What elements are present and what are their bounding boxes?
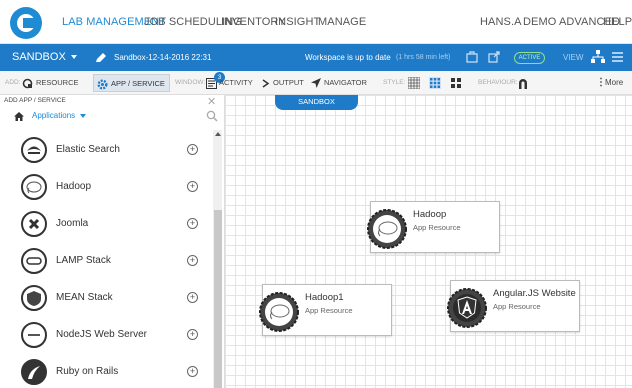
resource-subtitle: App Resource — [305, 306, 353, 315]
sandbox-dropdown[interactable]: SANDBOX — [12, 44, 77, 71]
chevron-down-icon — [70, 55, 77, 60]
nav-insight[interactable]: INSIGHT — [275, 16, 320, 28]
resource-subtitle: App Resource — [493, 302, 541, 311]
sandbox-name[interactable]: Sandbox-12-14-2016 22:31 — [114, 44, 211, 71]
style-label: STYLE: — [383, 79, 406, 86]
user-menu[interactable]: HANS.A — [480, 16, 522, 28]
list-item-label: MEAN Stack — [56, 292, 113, 303]
close-icon[interactable]: ✕ — [207, 95, 216, 108]
hadoop-elephant-icon — [367, 209, 407, 249]
joomla-icon — [21, 211, 47, 237]
list-item-label: NodeJS Web Server — [56, 329, 147, 340]
applications-filter-dropdown[interactable]: Applications — [32, 111, 87, 120]
home-icon[interactable] — [14, 112, 24, 121]
scrollbar-thumb[interactable] — [214, 210, 222, 388]
applications-filter-label: Applications — [32, 111, 76, 120]
list-item[interactable]: NodeJS Web Server + — [0, 319, 213, 356]
add-label: ADD: — [5, 79, 21, 86]
workspace-status: Workspace is up to date — [305, 53, 391, 62]
style-large-grid-icon[interactable] — [450, 77, 462, 89]
list-item-label: Ruby on Rails — [56, 366, 119, 377]
list-item[interactable]: Ruby on Rails + — [0, 356, 213, 388]
add-app-service-label: APP / SERVICE — [111, 79, 165, 88]
list-item[interactable]: Joomla + — [0, 208, 213, 245]
lamp-icon — [21, 248, 47, 274]
add-plus-icon[interactable]: + — [187, 292, 198, 303]
elastic-search-icon — [21, 137, 47, 163]
behaviour-label: BEHAVIOUR: — [478, 79, 518, 86]
list-item[interactable]: MEAN Stack + — [0, 282, 213, 319]
style-fine-grid-icon[interactable] — [408, 77, 420, 89]
output-button[interactable]: OUTPUT — [273, 71, 304, 95]
navigator-button[interactable]: NAVIGATOR — [324, 71, 367, 95]
save-icon[interactable] — [466, 51, 478, 63]
resource-card-hadoop[interactable]: Hadoop App Resource — [367, 201, 500, 253]
nodejs-icon — [21, 322, 47, 348]
output-icon — [262, 79, 270, 88]
rails-icon — [21, 359, 47, 385]
resource-card-angular[interactable]: Angular.JS Website App Resource — [447, 280, 580, 332]
hadoop-elephant-icon — [21, 174, 47, 200]
style-medium-grid-icon[interactable] — [429, 77, 441, 89]
list-item-label: LAMP Stack — [56, 255, 111, 266]
add-app-service-button[interactable]: APP / SERVICE — [93, 74, 170, 92]
diagram-view-icon[interactable] — [591, 50, 605, 64]
sandbox-bar: SANDBOX Sandbox-12-14-2016 22:31 Workspa… — [0, 44, 632, 71]
resource-subtitle: App Resource — [413, 223, 461, 232]
mean-stack-icon — [21, 285, 47, 311]
active-status-badge: ACTIVE — [514, 52, 545, 64]
window-label: WINDOW: — [175, 79, 206, 86]
resource-title: Hadoop1 — [305, 292, 344, 303]
angular-icon — [447, 288, 487, 328]
add-plus-icon[interactable]: + — [187, 329, 198, 340]
resource-icon — [22, 78, 33, 89]
add-plus-icon[interactable]: + — [187, 366, 198, 377]
resource-card-hadoop1[interactable]: Hadoop1 App Resource — [259, 284, 392, 336]
add-plus-icon[interactable]: + — [187, 144, 198, 155]
list-item-label: Hadoop — [56, 181, 92, 192]
toolbar: ADD: RESOURCE APP / SERVICE WINDOW: 3 AC… — [0, 71, 632, 95]
list-item[interactable]: LAMP Stack + — [0, 245, 213, 282]
search-icon[interactable] — [206, 110, 218, 122]
list-item-label: Elastic Search — [56, 144, 120, 155]
sidebar-header: ADD APP / SERVICE — [4, 97, 66, 104]
view-label: VIEW — [563, 53, 584, 62]
sandbox-tab[interactable]: SANDBOX — [275, 95, 358, 110]
sandbox-dropdown-label: SANDBOX — [12, 51, 66, 63]
more-button[interactable]: More — [605, 71, 623, 95]
list-view-icon[interactable] — [612, 52, 623, 62]
nav-manage[interactable]: MANAGE — [318, 16, 366, 28]
add-app-sidebar: ADD APP / SERVICE ✕ Applications Elastic… — [0, 95, 225, 388]
pencil-icon[interactable] — [95, 52, 107, 63]
scroll-up-arrow-icon[interactable] — [215, 132, 221, 136]
magnet-icon[interactable] — [517, 77, 529, 89]
cloudshell-logo-icon[interactable] — [10, 7, 42, 39]
list-item[interactable]: Elastic Search + — [0, 134, 213, 171]
help-link[interactable]: HELP — [603, 16, 632, 28]
add-plus-icon[interactable]: + — [187, 218, 198, 229]
resource-title: Hadoop — [413, 209, 447, 220]
time-left: (1 hrs 58 min left) — [396, 54, 451, 61]
add-plus-icon[interactable]: + — [187, 181, 198, 192]
chevron-down-icon — [80, 113, 87, 118]
gear-icon — [97, 79, 108, 90]
navigator-icon — [311, 78, 321, 88]
top-nav: LAB MANAGEMENT JOB SCHEDULING INVENTORY … — [0, 0, 632, 44]
list-item-label: Joomla — [56, 218, 89, 229]
activity-button[interactable]: ACTIVITY — [219, 71, 253, 95]
add-resource-button[interactable]: RESOURCE — [36, 71, 79, 95]
resource-title: Angular.JS Website — [493, 288, 576, 299]
list-item[interactable]: Hadoop + — [0, 171, 213, 208]
add-plus-icon[interactable]: + — [187, 255, 198, 266]
share-icon[interactable] — [488, 51, 500, 63]
hadoop-elephant-icon — [259, 292, 299, 332]
